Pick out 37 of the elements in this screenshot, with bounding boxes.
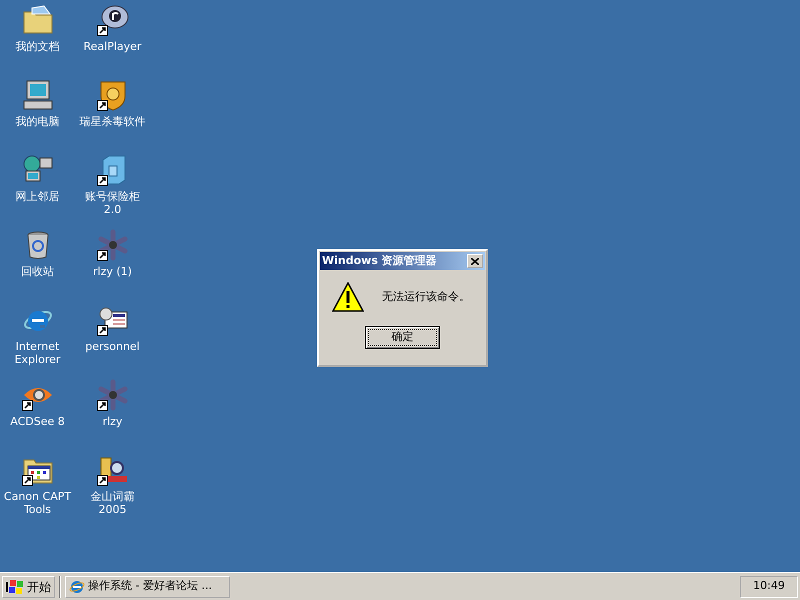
windows-flag-icon: [6, 578, 24, 594]
error-message: 无法运行该命令。: [382, 288, 470, 305]
warning-icon: [332, 282, 364, 312]
shortcut-arrow-icon: [96, 325, 108, 336]
taskbar-button[interactable]: 操作系统 - 爱好者论坛 ...: [65, 576, 230, 598]
icon-label[interactable]: rlzy (1): [93, 265, 132, 278]
shortcut-arrow-icon: [96, 475, 108, 486]
computer-icon[interactable]: [22, 79, 54, 111]
asterisk-gear-icon[interactable]: [96, 379, 128, 411]
clock: 10:49: [740, 576, 798, 598]
shortcut-arrow-icon: [96, 400, 108, 411]
icon-label[interactable]: 账号保险柜2.0: [78, 190, 146, 216]
ok-button[interactable]: 确定: [365, 326, 440, 349]
start-button[interactable]: 开始: [2, 576, 55, 598]
shortcut-arrow-icon: [96, 100, 108, 111]
icon-label[interactable]: rlzy: [102, 415, 122, 428]
icon-label[interactable]: 网上邻居: [16, 190, 60, 203]
dialog-title: Windows 资源管理器: [322, 252, 437, 269]
icon-label[interactable]: Canon CAPT Tools: [4, 490, 72, 516]
shortcut-arrow-icon: [96, 250, 108, 261]
icon-label[interactable]: personnel: [85, 340, 140, 353]
close-icon: [471, 258, 479, 264]
icon-label[interactable]: 金山词霸2005: [78, 490, 146, 516]
shortcut-arrow-icon: [96, 175, 108, 186]
icon-label[interactable]: 瑞星杀毒软件: [80, 115, 146, 128]
shortcut-arrow-icon: [22, 475, 32, 486]
shortcut-arrow-icon: [96, 25, 108, 36]
icon-label[interactable]: Internet Explorer: [4, 340, 72, 366]
icon-label[interactable]: 我的电脑: [16, 115, 60, 128]
shortcut-arrow-icon: [22, 400, 32, 411]
asterisk-gear-icon[interactable]: [96, 229, 128, 261]
icon-label[interactable]: ACDSee 8: [10, 415, 65, 428]
icon-label[interactable]: RealPlayer: [84, 40, 142, 53]
icon-label[interactable]: 回收站: [21, 265, 54, 278]
close-button[interactable]: [467, 254, 483, 268]
icon-label[interactable]: 我的文档: [16, 40, 60, 53]
browser-globe-icon: [69, 578, 85, 594]
